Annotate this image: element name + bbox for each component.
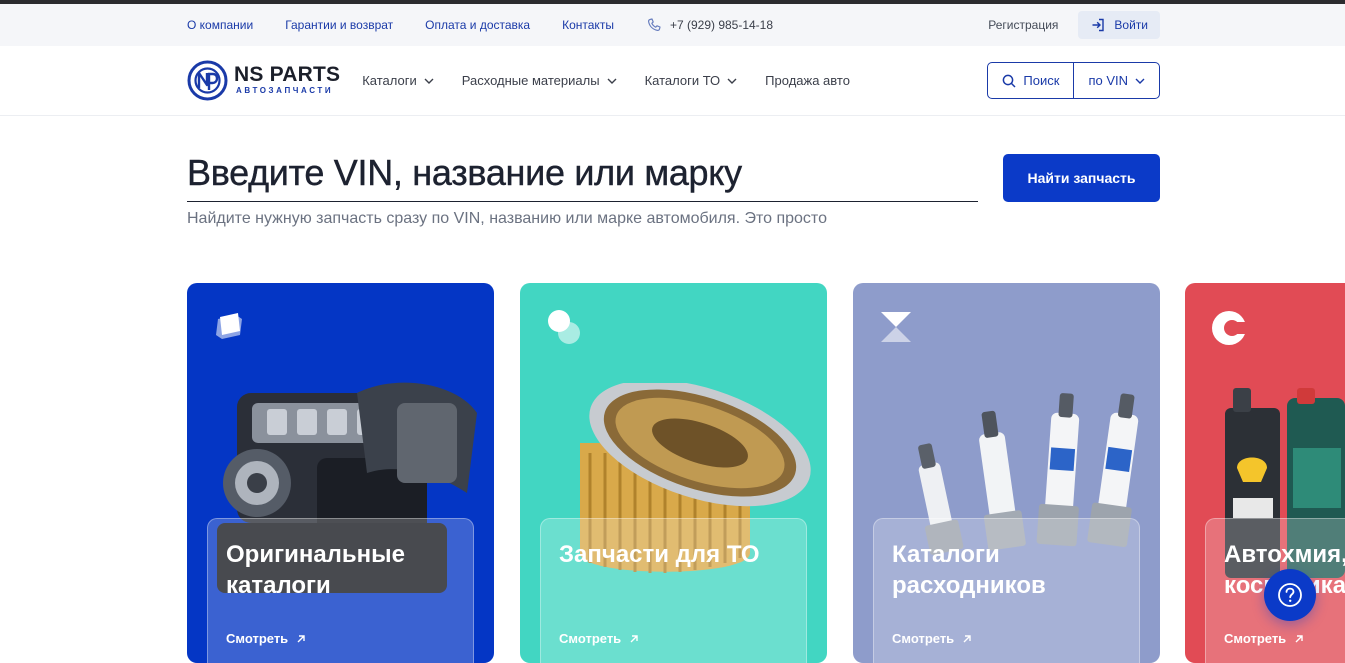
phone-number: +7 (929) 985-14-18 — [669, 18, 774, 32]
register-link[interactable]: Регистрация — [988, 18, 1058, 32]
card-more-link[interactable]: Смотреть — [559, 631, 639, 646]
search-group: Поиск по VIN — [987, 62, 1160, 99]
card-title: Запчасти для ТО — [559, 541, 760, 568]
nav-consumables[interactable]: Расходные материалы — [462, 73, 617, 88]
top-bar: О компании Гарантии и возврат Оплата и д… — [0, 4, 1345, 46]
card-more-label: Смотреть — [226, 631, 289, 646]
card-maintenance-parts[interactable]: Запчасти для ТО Смотреть — [520, 283, 827, 663]
card-c-icon — [1212, 311, 1248, 345]
arrow-up-right-icon — [963, 634, 971, 642]
chevron-down-icon — [727, 78, 737, 84]
nav-consumables-label: Расходные материалы — [461, 73, 600, 88]
link-payment-delivery[interactable]: Оплата и доставка — [425, 18, 530, 32]
help-button[interactable] — [1264, 569, 1316, 621]
card-hourglass-icon — [881, 312, 911, 342]
search-button[interactable]: Поиск — [988, 63, 1073, 98]
card-more-label: Смотреть — [559, 631, 622, 646]
logo-name: NS PARTS — [234, 63, 341, 86]
card-more-link[interactable]: Смотреть — [1224, 631, 1304, 646]
phone-link[interactable]: +7 (929) 985-14-18 — [646, 17, 773, 33]
login-label: Войти — [1114, 18, 1148, 32]
question-icon — [1278, 583, 1302, 607]
card-title: Каталоги расходников — [892, 541, 1046, 599]
nav-maintenance-label: Каталоги ТО — [644, 73, 721, 88]
card-more-label: Смотреть — [892, 631, 955, 646]
nav-car-sales-label: Продажа авто — [765, 73, 850, 88]
card-consumables-catalogs[interactable]: Каталоги расходников Смотреть — [853, 283, 1160, 663]
nav-maintenance-catalogs[interactable]: Каталоги ТО — [645, 73, 738, 88]
card-title: Оригинальные каталоги — [226, 541, 406, 599]
nav-catalogs[interactable]: Каталоги — [362, 73, 434, 88]
logo-icon — [187, 60, 228, 101]
nav-car-sales[interactable]: Продажа авто — [765, 73, 850, 88]
main-nav: NS PARTS АВТОЗАПЧАСТИ Каталоги Расходные… — [0, 46, 1345, 116]
search-icon — [1003, 74, 1016, 88]
card-original-catalogs[interactable]: Оригинальные каталоги Смотреть — [187, 283, 494, 663]
chevron-down-icon — [1135, 78, 1145, 84]
search-label: Поиск — [1023, 73, 1060, 88]
link-about[interactable]: О компании — [187, 18, 253, 32]
find-part-button[interactable]: Найти запчасть — [1003, 154, 1160, 202]
card-more-label: Смотреть — [1224, 631, 1287, 646]
logo-subtitle: АВТОЗАПЧАСТИ — [236, 86, 334, 95]
login-icon — [1092, 18, 1105, 32]
card-bubbles-icon — [548, 310, 580, 344]
chevron-down-icon — [424, 78, 434, 84]
arrow-up-right-icon — [297, 634, 305, 642]
logo[interactable]: NS PARTS АВТОЗАПЧАСТИ — [187, 60, 340, 101]
chevron-down-icon — [607, 78, 617, 84]
vin-search-input[interactable]: Введите VIN, название или марку — [187, 150, 978, 202]
nav-catalogs-label: Каталоги — [362, 73, 417, 88]
phone-icon — [647, 18, 661, 32]
arrow-up-right-icon — [1295, 634, 1303, 642]
card-catalog-icon — [216, 313, 242, 339]
link-guarantee[interactable]: Гарантии и возврат — [285, 18, 393, 32]
hero-search: Введите VIN, название или марку Найдите … — [187, 150, 1160, 240]
login-button[interactable]: Войти — [1078, 11, 1160, 39]
arrow-up-right-icon — [630, 634, 638, 642]
link-contacts[interactable]: Контакты — [562, 18, 614, 32]
card-more-link[interactable]: Смотреть — [892, 631, 972, 646]
search-mode-select[interactable]: по VIN — [1073, 63, 1159, 98]
card-more-link[interactable]: Смотреть — [226, 631, 306, 646]
hero-subtitle: Найдите нужную запчасть сразу по VIN, на… — [187, 210, 827, 227]
search-mode-label: по VIN — [1088, 73, 1128, 88]
card-auto-chemistry[interactable]: Автохмия, косметика Смотреть — [1185, 283, 1345, 663]
